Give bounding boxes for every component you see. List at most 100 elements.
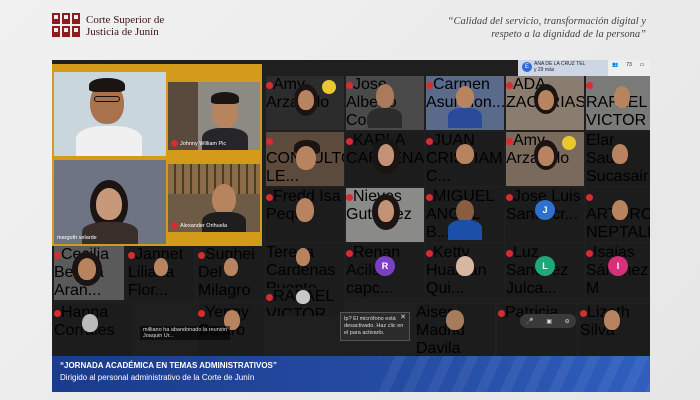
participant-face: [154, 258, 168, 276]
speaker-text-line2: y 29 más: [534, 67, 555, 73]
participant-tile[interactable]: Amy Arzapalo: [506, 132, 584, 186]
muted-mic-icon: [346, 82, 353, 89]
muted-mic-icon: [586, 82, 593, 89]
participant-avatar: L: [535, 256, 555, 276]
participant-face: [378, 200, 394, 222]
participant-tile[interactable]: KARLA CARDENA...: [346, 132, 424, 186]
participant-tile[interactable]: Patricia: [498, 304, 576, 356]
participant-tile[interactable]: L Luz Sanchez Julca...: [506, 244, 584, 298]
featured-tile[interactable]: Johnny William Pic: [168, 82, 260, 150]
chat-icon[interactable]: ▭: [640, 62, 645, 74]
court-logo: Corte Superior de Justicia de Junín: [52, 13, 164, 39]
participant-icon: E: [522, 62, 532, 72]
close-icon[interactable]: ✕: [400, 314, 406, 321]
participant-face: [456, 144, 474, 164]
participants-icon: 👥: [612, 62, 619, 68]
video-conference-screenshot: E ANA DE LA CRUZ TEL y 29 más 👥 73 ▭ Joh…: [52, 60, 650, 356]
participant-tile[interactable]: Cecilia Bethsa Aran...: [54, 246, 124, 300]
participant-face: [538, 90, 554, 110]
muted-mic-icon: [586, 250, 593, 257]
participant-tile[interactable]: CONSULTORES LE...: [266, 132, 344, 186]
participant-name: margoth velarde: [57, 235, 97, 241]
participant-face: [298, 90, 314, 110]
participant-tile[interactable]: Nieves Gutierrez: [346, 188, 424, 242]
participant-body: [448, 220, 482, 240]
motto-line2: respeto a la dignidad de la persona”: [491, 29, 646, 40]
muted-mic-icon: [266, 294, 273, 301]
featured-tile[interactable]: [54, 72, 166, 156]
muted-mic-icon: [580, 310, 587, 317]
pinned-area: Johnny William Pic margoth velarde Alexa…: [52, 64, 262, 246]
participant-tile[interactable]: Jose Alberto Corte...: [346, 76, 424, 130]
participant-face: [376, 84, 394, 108]
participant-tile[interactable]: ADA ZACARIAS: [506, 76, 584, 130]
participant-face: [96, 188, 122, 220]
participants-counter[interactable]: 👥 73 ▭: [608, 60, 650, 76]
participant-tile[interactable]: MIGUEL ANGEL B...: [426, 188, 504, 242]
participant-tile[interactable]: Amy Arzapalo: [266, 76, 344, 130]
participant-tile[interactable]: Carmen Asuncion...: [426, 76, 504, 130]
event-banner: “JORNADA ACADÉMICA EN TEMAS ADMINISTRATI…: [52, 356, 650, 392]
participant-face: [612, 200, 628, 220]
muted-mic-icon: [586, 194, 593, 201]
participant-face: [224, 258, 238, 276]
participant-hair: [211, 92, 239, 104]
court-name-line1: Corte Superior de: [86, 14, 165, 26]
participant-face: [378, 144, 394, 166]
featured-tile[interactable]: margoth velarde: [54, 160, 166, 244]
muted-mic-icon: [506, 194, 513, 201]
participant-tile[interactable]: Fredd Isa Pequ: [266, 188, 344, 242]
participant-tile[interactable]: Lizeth Silva: [580, 304, 650, 356]
participant-tile[interactable]: Jannet Liliana Flor...: [128, 246, 194, 300]
decoration-icon: [562, 136, 576, 150]
participant-tile[interactable]: RAFAEL VICTOR: [586, 76, 650, 130]
participant-tile[interactable]: I Isaias Sánchez M: [586, 244, 650, 298]
participant-face: [212, 184, 236, 214]
end-icon[interactable]: ⊖: [565, 318, 570, 325]
participant-tile[interactable]: JUAN CRISTIAM C...: [426, 132, 504, 186]
muted-mic-icon: [426, 82, 433, 89]
participant-tile[interactable]: Aiser Madrid Davila: [416, 304, 494, 356]
speaker-indicator: E ANA DE LA CRUZ TEL y 29 más: [518, 60, 608, 76]
muted-mic-icon: [346, 250, 353, 257]
participant-tile[interactable]: J Jose Luis Santa cr...: [506, 188, 584, 242]
participant-face: [456, 200, 474, 222]
participant-face: [78, 258, 96, 280]
motto-line1: “Calidad del servicio, transformación di…: [447, 16, 646, 27]
participant-tile[interactable]: ARTURO NEPTALI: [586, 188, 650, 242]
mic-icon[interactable]: 🎤: [526, 318, 533, 325]
participant-name: Alexander Orihuela: [171, 222, 227, 229]
participant-tile[interactable]: R Renan Acilari capc...: [346, 244, 424, 298]
muted-mic-icon: [498, 310, 505, 317]
muted-mic-icon: [171, 222, 178, 229]
participant-tile[interactable]: Elar Saul Sucasair: [586, 132, 650, 186]
participant-tile[interactable]: Ketty Huaman Qui...: [426, 244, 504, 298]
participant-face: [538, 146, 554, 166]
participant-face: [296, 146, 316, 170]
participant-hair: [89, 78, 125, 92]
court-emblem-icon: [52, 13, 80, 39]
participant-body: [368, 108, 402, 128]
tooltip-text: Ip? El micrófono está desactivado. Haz c…: [344, 316, 404, 336]
participant-tile[interactable]: Hanna Corrales: [54, 304, 132, 356]
video-icon[interactable]: ▣: [546, 318, 552, 325]
muted-mic-icon: [506, 138, 513, 145]
mic-muted-tooltip: ✕ Ip? El micrófono está desactivado. Haz…: [340, 312, 410, 341]
participant-tile[interactable]: Sughei Del Milagro: [198, 246, 264, 300]
participant-face: [82, 314, 98, 332]
participant-tile[interactable]: RAFAEL VICTOR DAVILA...: [266, 288, 344, 316]
court-name-line2: Justicia de Junín: [86, 26, 159, 38]
decoration-icon: [322, 80, 336, 94]
participant-body: [76, 126, 142, 156]
muted-mic-icon: [54, 310, 61, 317]
muted-mic-icon: [198, 310, 205, 317]
muted-mic-icon: [426, 250, 433, 257]
event-title: “JORNADA ACADÉMICA EN TEMAS ADMINISTRATI…: [60, 361, 277, 370]
participants-count: 73: [626, 62, 632, 68]
featured-tile[interactable]: Alexander Orihuela: [168, 164, 260, 232]
participant-face: [612, 144, 628, 164]
muted-mic-icon: [171, 140, 178, 147]
glasses-icon: [94, 96, 120, 102]
participant-face: [604, 310, 620, 330]
motto: “Calidad del servicio, transformación di…: [416, 15, 646, 41]
